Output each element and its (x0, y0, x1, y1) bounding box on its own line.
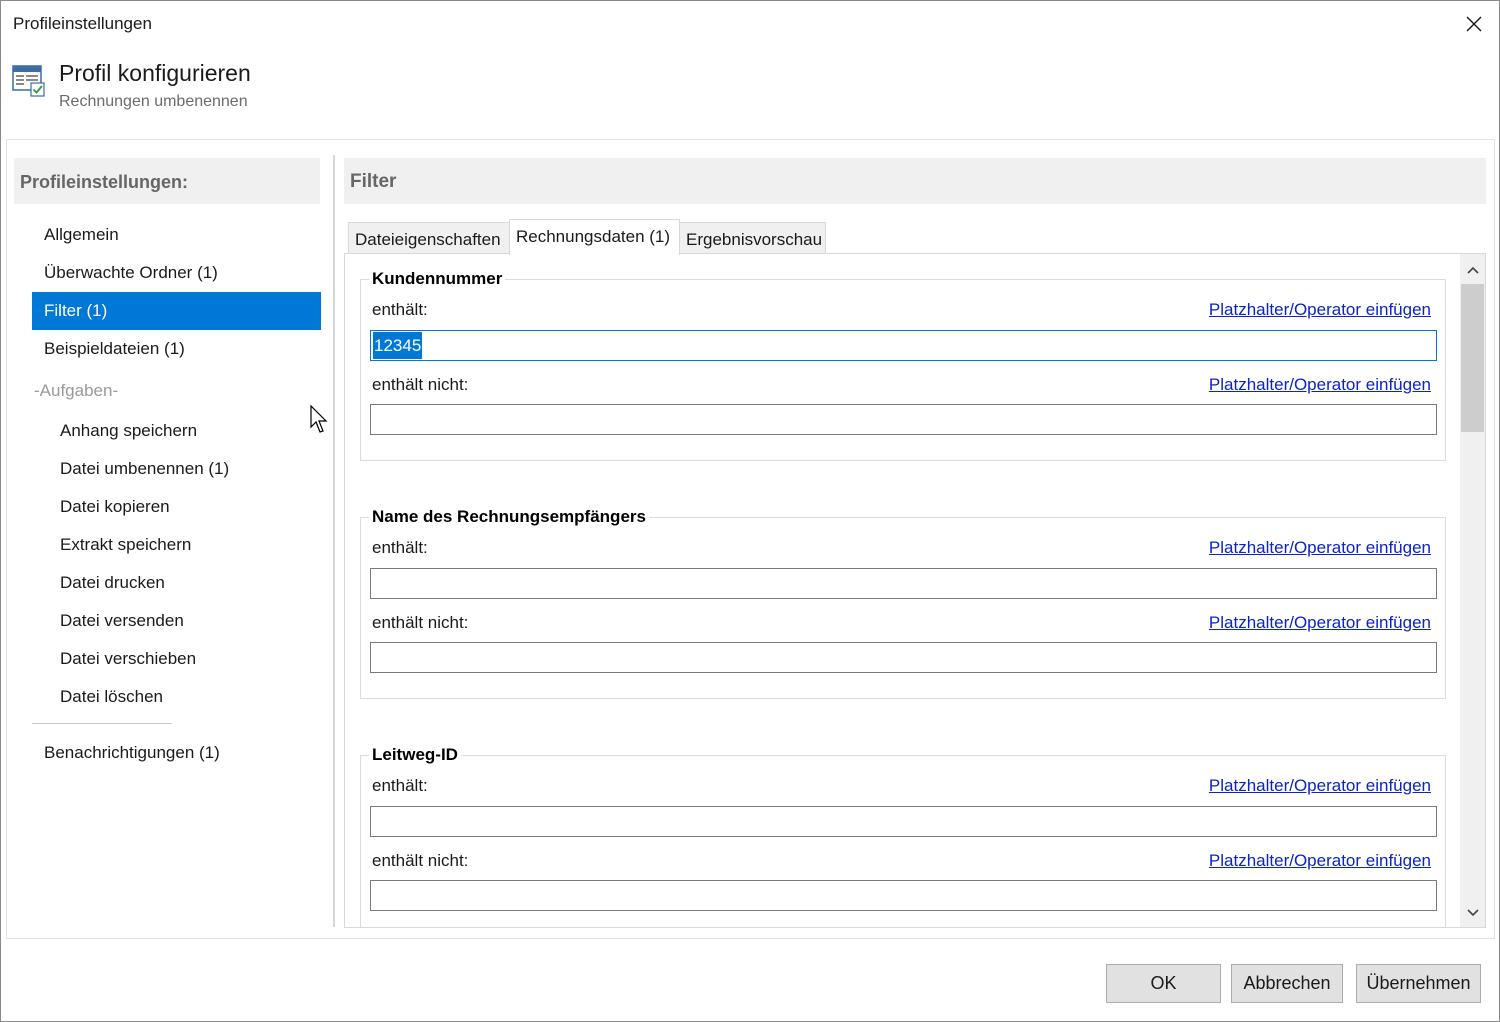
group-title: Kundennummer (369, 269, 506, 289)
panel-title: Filter (344, 158, 1486, 204)
sidebar-item-send-file[interactable]: Datei versenden (60, 602, 321, 640)
sidebar-item-move-file[interactable]: Datei verschieben (60, 640, 321, 678)
sidebar-item-copy-file[interactable]: Datei kopieren (60, 488, 321, 526)
insert-placeholder-link[interactable]: Platzhalter/Operator einfügen (1209, 538, 1431, 558)
customer-number-not-contains-input[interactable] (370, 404, 1437, 435)
not-contains-label: enthält nicht: (372, 613, 469, 632)
settings-sidebar: Profileinstellungen: Allgemein Überwacht… (14, 158, 322, 928)
sidebar-item-notifications[interactable]: Benachrichtigungen (1) (32, 734, 321, 772)
tab-file-properties[interactable]: Dateieigenschaften (348, 222, 510, 254)
recipient-name-not-contains-input[interactable] (370, 642, 1437, 673)
panel-splitter[interactable] (333, 155, 335, 927)
sidebar-header: Profileinstellungen: (14, 158, 320, 204)
insert-placeholder-link[interactable]: Platzhalter/Operator einfügen (1209, 300, 1431, 320)
profile-settings-icon (12, 65, 45, 97)
insert-placeholder-link[interactable]: Platzhalter/Operator einfügen (1209, 851, 1431, 871)
dialog-header: Profil konfigurieren Rechnungen umbenenn… (1, 47, 1499, 139)
recipient-name-contains-input[interactable] (370, 568, 1437, 599)
vertical-scrollbar[interactable] (1460, 254, 1485, 927)
tab-invoice-data[interactable]: Rechnungsdaten (1) (509, 219, 680, 255)
not-contains-label: enthält nicht: (372, 375, 469, 394)
insert-placeholder-link[interactable]: Platzhalter/Operator einfügen (1209, 375, 1431, 395)
sidebar-item-general[interactable]: Allgemein (32, 216, 321, 254)
selected-text: 12345 (373, 332, 423, 359)
insert-placeholder-link[interactable]: Platzhalter/Operator einfügen (1209, 776, 1431, 796)
sidebar-item-sample-files[interactable]: Beispieldateien (1) (32, 330, 321, 368)
tasks-group-label: -Aufgaben- (34, 381, 119, 400)
scroll-up-button[interactable] (1460, 258, 1485, 282)
sidebar-item-save-attachment[interactable]: Anhang speichern (60, 412, 321, 450)
ok-button[interactable]: OK (1106, 964, 1221, 1003)
group-title: Leitweg-ID (369, 745, 461, 765)
cancel-button[interactable]: Abbrechen (1231, 964, 1343, 1003)
customer-number-group: Kundennummer enthält: Platzhalter/Operat… (360, 269, 1446, 461)
not-contains-label: enthält nicht: (372, 851, 469, 870)
chevron-down-icon (1466, 909, 1479, 917)
sidebar-item-rename-file[interactable]: Datei umbenennen (1) (60, 450, 321, 488)
customer-number-contains-input[interactable]: 12345 (370, 330, 1437, 361)
close-button[interactable] (1449, 1, 1499, 47)
chevron-up-icon (1466, 266, 1479, 274)
routing-id-not-contains-input[interactable] (370, 880, 1437, 911)
profile-settings-dialog: Profileinstellungen Profil konfigurieren… (0, 0, 1500, 1022)
contains-label: enthält: (372, 776, 428, 795)
title-bar: Profileinstellungen (1, 1, 1499, 47)
routing-id-group: Leitweg-ID enthält: Platzhalter/Operator… (360, 745, 1446, 927)
sidebar-item-watched-folders[interactable]: Überwachte Ordner (1) (32, 254, 321, 292)
apply-button[interactable]: Übernehmen (1356, 964, 1481, 1003)
invoice-data-tab-panel: Kundennummer enthält: Platzhalter/Operat… (344, 253, 1486, 928)
sidebar-item-save-extract[interactable]: Extrakt speichern (60, 526, 321, 564)
dialog-title: Profil konfigurieren (59, 60, 251, 86)
sidebar-separator (32, 723, 172, 724)
close-icon (1466, 16, 1482, 32)
insert-placeholder-link[interactable]: Platzhalter/Operator einfügen (1209, 613, 1431, 633)
dialog-subtitle: Rechnungen umbenennen (59, 93, 248, 110)
dialog-content: Profileinstellungen: Allgemein Überwacht… (6, 139, 1495, 939)
group-title: Name des Rechnungsempfängers (369, 507, 649, 527)
contains-label: enthält: (372, 300, 428, 319)
mouse-pointer-icon (310, 405, 328, 433)
scroll-thumb[interactable] (1461, 284, 1484, 432)
filter-panel: Filter Dateieigenschaften Rechnungsdaten… (344, 158, 1486, 928)
scroll-down-button[interactable] (1460, 901, 1485, 925)
routing-id-contains-input[interactable] (370, 806, 1437, 837)
sidebar-item-print-file[interactable]: Datei drucken (60, 564, 321, 602)
contains-label: enthält: (372, 538, 428, 557)
sidebar-item-filter[interactable]: Filter (1) (32, 292, 321, 330)
sidebar-item-delete-file[interactable]: Datei löschen (60, 678, 321, 716)
window-title: Profileinstellungen (13, 14, 152, 33)
recipient-name-group: Name des Rechnungsempfängers enthält: Pl… (360, 507, 1446, 699)
tab-result-preview[interactable]: Ergebnisvorschau (679, 222, 826, 254)
